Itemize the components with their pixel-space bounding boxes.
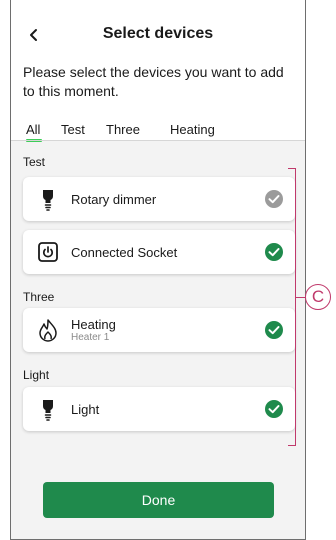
- phone-screen: Select devices Please select the devices…: [10, 0, 306, 540]
- tab-all[interactable]: All: [26, 122, 40, 137]
- device-subtitle: Heater 1: [71, 332, 110, 343]
- divider: [11, 140, 305, 141]
- device-name: Connected Socket: [71, 245, 178, 260]
- device-card-heating[interactable]: Heating Heater 1: [23, 308, 295, 352]
- done-button[interactable]: Done: [43, 482, 274, 518]
- instruction-text: Please select the devices you want to ad…: [23, 64, 284, 99]
- device-name: Rotary dimmer: [71, 192, 157, 207]
- tab-three[interactable]: Three: [106, 122, 140, 137]
- tab-test[interactable]: Test: [61, 122, 85, 137]
- callout-bracket: [288, 168, 296, 446]
- check-circle-icon[interactable]: [264, 320, 284, 340]
- device-card-light[interactable]: Light: [23, 387, 295, 431]
- device-card-connected-socket[interactable]: Connected Socket: [23, 230, 295, 274]
- check-circle-icon[interactable]: [264, 242, 284, 262]
- section-title-light: Light: [23, 368, 50, 382]
- back-button[interactable]: [21, 22, 47, 48]
- flame-icon: [39, 319, 57, 342]
- check-circle-disabled-icon[interactable]: [264, 189, 284, 209]
- device-card-rotary-dimmer[interactable]: Rotary dimmer: [23, 177, 295, 221]
- device-name: Heating: [71, 317, 116, 332]
- socket-icon: [38, 242, 58, 262]
- header: Select devices Please select the devices…: [11, 0, 305, 142]
- chevron-left-icon: [30, 29, 37, 41]
- device-name: Light: [71, 402, 100, 417]
- section-title-test: Test: [23, 155, 46, 169]
- callout-label: C: [305, 284, 331, 310]
- check-circle-icon[interactable]: [264, 399, 284, 419]
- page-title: Select devices: [102, 25, 214, 42]
- light-bulb-icon: [43, 400, 53, 421]
- tab-bar: All Test Three Heating: [11, 122, 305, 142]
- light-bulb-icon: [43, 190, 53, 211]
- section-title-three: Three: [23, 290, 55, 304]
- tab-heating[interactable]: Heating: [170, 122, 215, 137]
